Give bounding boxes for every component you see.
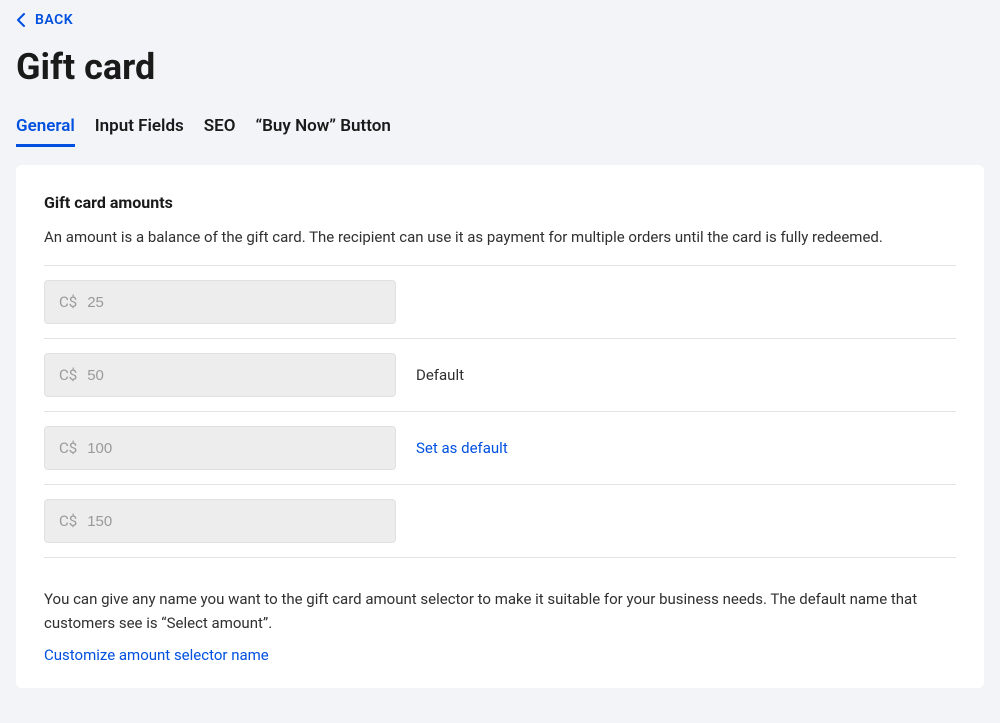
tab-general[interactable]: General xyxy=(16,116,75,147)
default-badge: Default xyxy=(416,366,464,384)
section-title: Gift card amounts xyxy=(44,193,956,212)
tab-buy-now-button[interactable]: “Buy Now” Button xyxy=(255,116,390,147)
amount-input[interactable]: C$ xyxy=(44,353,396,397)
amount-list: C$ C$ Default C$ Set as default xyxy=(44,265,956,558)
amount-row: C$ xyxy=(44,265,956,338)
amount-value-input[interactable] xyxy=(87,294,381,311)
customize-selector-link[interactable]: Customize amount selector name xyxy=(44,646,269,664)
amount-row: C$ Default xyxy=(44,338,956,411)
currency-prefix: C$ xyxy=(59,366,77,384)
back-label: BACK xyxy=(35,12,73,28)
amount-value-input[interactable] xyxy=(87,513,381,530)
amount-input[interactable]: C$ xyxy=(44,280,396,324)
amount-input[interactable]: C$ xyxy=(44,426,396,470)
set-default-link[interactable]: Set as default xyxy=(416,439,508,457)
amount-value-input[interactable] xyxy=(87,440,381,457)
amount-value-input[interactable] xyxy=(87,367,381,384)
footer-text: You can give any name you want to the gi… xyxy=(44,588,956,635)
currency-prefix: C$ xyxy=(59,512,77,530)
currency-prefix: C$ xyxy=(59,293,77,311)
amount-input[interactable]: C$ xyxy=(44,499,396,543)
page-title: Gift card xyxy=(16,46,984,88)
chevron-left-icon xyxy=(16,13,25,27)
currency-prefix: C$ xyxy=(59,439,77,457)
tabs: General Input Fields SEO “Buy Now” Butto… xyxy=(16,116,984,147)
back-link[interactable]: BACK xyxy=(16,12,73,28)
section-description: An amount is a balance of the gift card.… xyxy=(44,226,956,249)
tab-seo[interactable]: SEO xyxy=(204,116,236,147)
settings-card: Gift card amounts An amount is a balance… xyxy=(16,165,984,688)
amount-row: C$ xyxy=(44,484,956,558)
tab-input-fields[interactable]: Input Fields xyxy=(95,116,184,147)
amount-row: C$ Set as default xyxy=(44,411,956,484)
